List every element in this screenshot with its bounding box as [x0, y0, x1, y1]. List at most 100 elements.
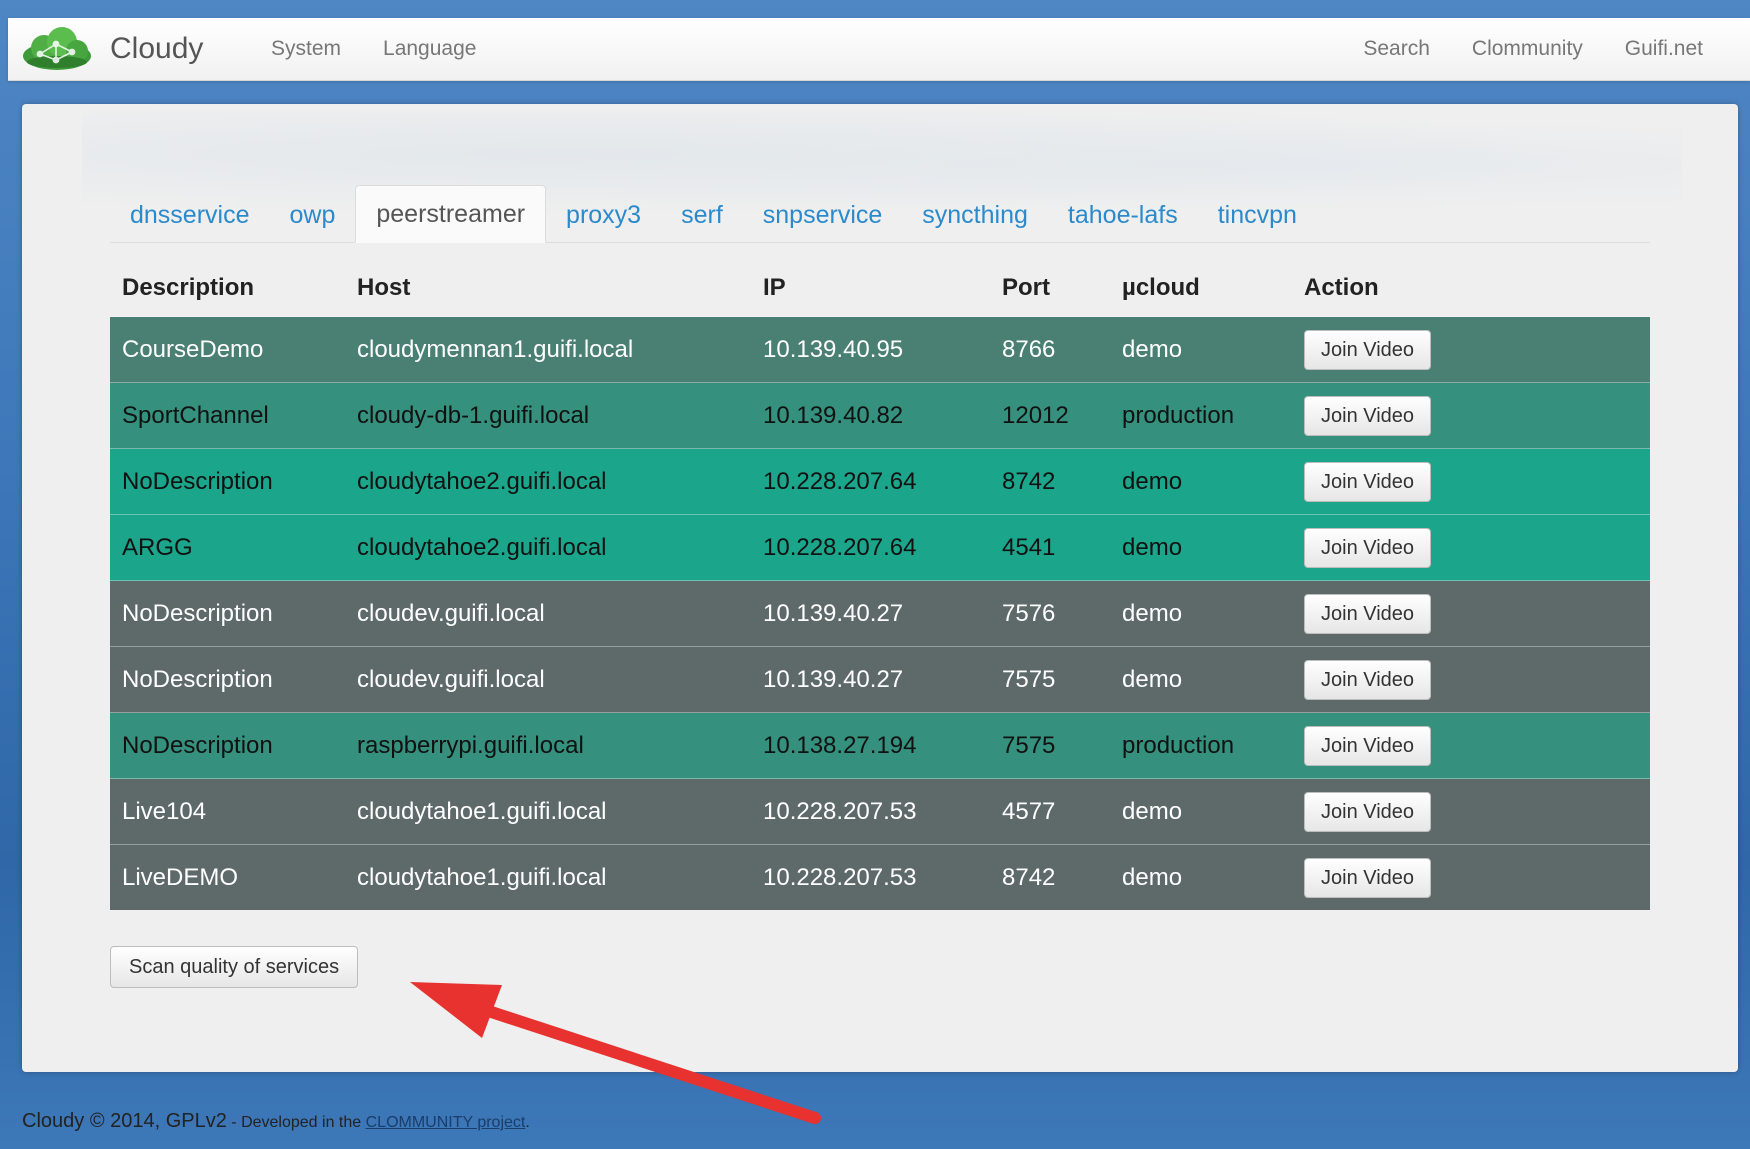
tab-proxy3[interactable]: proxy3: [546, 188, 661, 242]
cell-host: cloudev.guifi.local: [345, 646, 751, 713]
table-row: CourseDemo cloudymennan1.guifi.local 10.…: [110, 316, 1650, 383]
cell-action: Join Video: [1292, 382, 1650, 449]
cell-port: 7575: [990, 712, 1110, 779]
cell-description: ARGG: [110, 514, 345, 581]
footer: Cloudy © 2014, GPLv2 - Developed in the …: [22, 1110, 530, 1133]
cell-ucloud: demo: [1110, 448, 1292, 515]
join-video-button[interactable]: Join Video: [1304, 725, 1432, 766]
cell-host: cloudytahoe1.guifi.local: [345, 844, 751, 910]
table-row: NoDescription cloudytahoe2.guifi.local 1…: [110, 448, 1650, 515]
service-tabs: dnsservice owp peerstreamer proxy3 serf …: [110, 184, 1650, 243]
cell-host: raspberrypi.guifi.local: [345, 712, 751, 779]
cloud-logo-icon: [23, 27, 91, 70]
cell-ucloud: production: [1110, 712, 1292, 779]
table-header-row: Description Host IP Port µcloud Action: [110, 260, 1650, 317]
join-video-button[interactable]: Join Video: [1304, 593, 1432, 634]
cell-port: 7575: [990, 646, 1110, 713]
cell-action: Join Video: [1292, 316, 1650, 383]
header-description: Description: [122, 274, 255, 301]
join-video-button[interactable]: Join Video: [1304, 395, 1432, 436]
join-video-button[interactable]: Join Video: [1304, 329, 1432, 370]
cell-description: LiveDEMO: [110, 844, 345, 910]
cell-host: cloudev.guifi.local: [345, 580, 751, 647]
cell-ucloud: demo: [1110, 646, 1292, 713]
scan-quality-button[interactable]: Scan quality of services: [110, 946, 359, 988]
navbar: Cloudy System Language Search Clommunity…: [8, 18, 1750, 81]
cell-ucloud: demo: [1110, 316, 1292, 383]
join-video-button[interactable]: Join Video: [1304, 791, 1432, 832]
footer-end: .: [525, 1114, 530, 1131]
tab-syncthing[interactable]: syncthing: [902, 188, 1048, 242]
clommunity-link[interactable]: CLOMMUNITY project: [366, 1114, 526, 1131]
cell-host: cloudy-db-1.guifi.local: [345, 382, 751, 449]
nav-language[interactable]: Language: [383, 37, 476, 61]
nav-left: System Language: [250, 18, 497, 80]
tab-owp[interactable]: owp: [270, 188, 356, 242]
cell-port: 7576: [990, 580, 1110, 647]
nav-guifi[interactable]: Guifi.net: [1625, 37, 1703, 61]
cell-description: NoDescription: [110, 448, 345, 515]
tab-snpservice[interactable]: snpservice: [743, 188, 903, 242]
join-video-button[interactable]: Join Video: [1304, 527, 1432, 568]
cell-port: 8742: [990, 844, 1110, 910]
cell-ip: 10.228.207.53: [751, 844, 990, 910]
join-video-button[interactable]: Join Video: [1304, 461, 1432, 502]
cell-ip: 10.139.40.82: [751, 382, 990, 449]
table-row: LiveDEMO cloudytahoe1.guifi.local 10.228…: [110, 844, 1650, 910]
cell-ucloud: demo: [1110, 844, 1292, 910]
footer-copyright: Cloudy © 2014, GPLv2: [22, 1110, 227, 1132]
cell-description: Live104: [110, 778, 345, 845]
table-row: NoDescription cloudev.guifi.local 10.139…: [110, 646, 1650, 713]
table-row: ARGG cloudytahoe2.guifi.local 10.228.207…: [110, 514, 1650, 581]
cell-ucloud: demo: [1110, 580, 1292, 647]
cell-action: Join Video: [1292, 712, 1650, 779]
brand-name: Cloudy: [110, 32, 204, 65]
cell-action: Join Video: [1292, 646, 1650, 713]
content-panel: dnsservice owp peerstreamer proxy3 serf …: [22, 104, 1738, 1072]
tab-tincvpn[interactable]: tincvpn: [1198, 188, 1317, 242]
tab-peerstreamer[interactable]: peerstreamer: [355, 185, 547, 243]
header-ip: IP: [763, 274, 786, 301]
cell-action: Join Video: [1292, 514, 1650, 581]
brand[interactable]: Cloudy: [20, 26, 203, 72]
footer-developed: - Developed in the: [226, 1114, 366, 1131]
table-row: SportChannel cloudy-db-1.guifi.local 10.…: [110, 382, 1650, 449]
join-video-button[interactable]: Join Video: [1304, 659, 1432, 700]
page: Cloudy System Language Search Clommunity…: [0, 0, 1750, 1149]
nav-right: Search Clommunity Guifi.net: [1342, 18, 1724, 80]
cell-action: Join Video: [1292, 580, 1650, 647]
cell-port: 4577: [990, 778, 1110, 845]
cell-port: 8766: [990, 316, 1110, 383]
cell-port: 4541: [990, 514, 1110, 581]
join-video-button[interactable]: Join Video: [1304, 857, 1432, 898]
header-ucloud: µcloud: [1122, 274, 1200, 301]
cell-ip: 10.139.40.27: [751, 580, 990, 647]
table-row: NoDescription raspberrypi.guifi.local 10…: [110, 712, 1650, 779]
cell-ip: 10.228.207.64: [751, 514, 990, 581]
cell-ucloud: demo: [1110, 778, 1292, 845]
nav-search[interactable]: Search: [1363, 37, 1430, 61]
cell-description: NoDescription: [110, 580, 345, 647]
cell-ip: 10.228.207.64: [751, 448, 990, 515]
services-table: Description Host IP Port µcloud Action C…: [110, 260, 1650, 910]
cell-host: cloudytahoe2.guifi.local: [345, 514, 751, 581]
nav-system[interactable]: System: [271, 37, 341, 61]
cell-ip: 10.139.40.95: [751, 316, 990, 383]
table-row: NoDescription cloudev.guifi.local 10.139…: [110, 580, 1650, 647]
cell-action: Join Video: [1292, 844, 1650, 910]
tab-serf[interactable]: serf: [661, 188, 743, 242]
header-host: Host: [357, 274, 411, 301]
tab-dnsservice[interactable]: dnsservice: [110, 188, 270, 242]
cell-ip: 10.138.27.194: [751, 712, 990, 779]
cell-ucloud: production: [1110, 382, 1292, 449]
nav-clommunity[interactable]: Clommunity: [1472, 37, 1583, 61]
header-action: Action: [1304, 274, 1379, 301]
cell-description: SportChannel: [110, 382, 345, 449]
cell-host: cloudytahoe2.guifi.local: [345, 448, 751, 515]
tab-tahoe-lafs[interactable]: tahoe-lafs: [1048, 188, 1198, 242]
cell-host: cloudytahoe1.guifi.local: [345, 778, 751, 845]
cell-port: 12012: [990, 382, 1110, 449]
cell-action: Join Video: [1292, 778, 1650, 845]
cell-action: Join Video: [1292, 448, 1650, 515]
cell-ucloud: demo: [1110, 514, 1292, 581]
